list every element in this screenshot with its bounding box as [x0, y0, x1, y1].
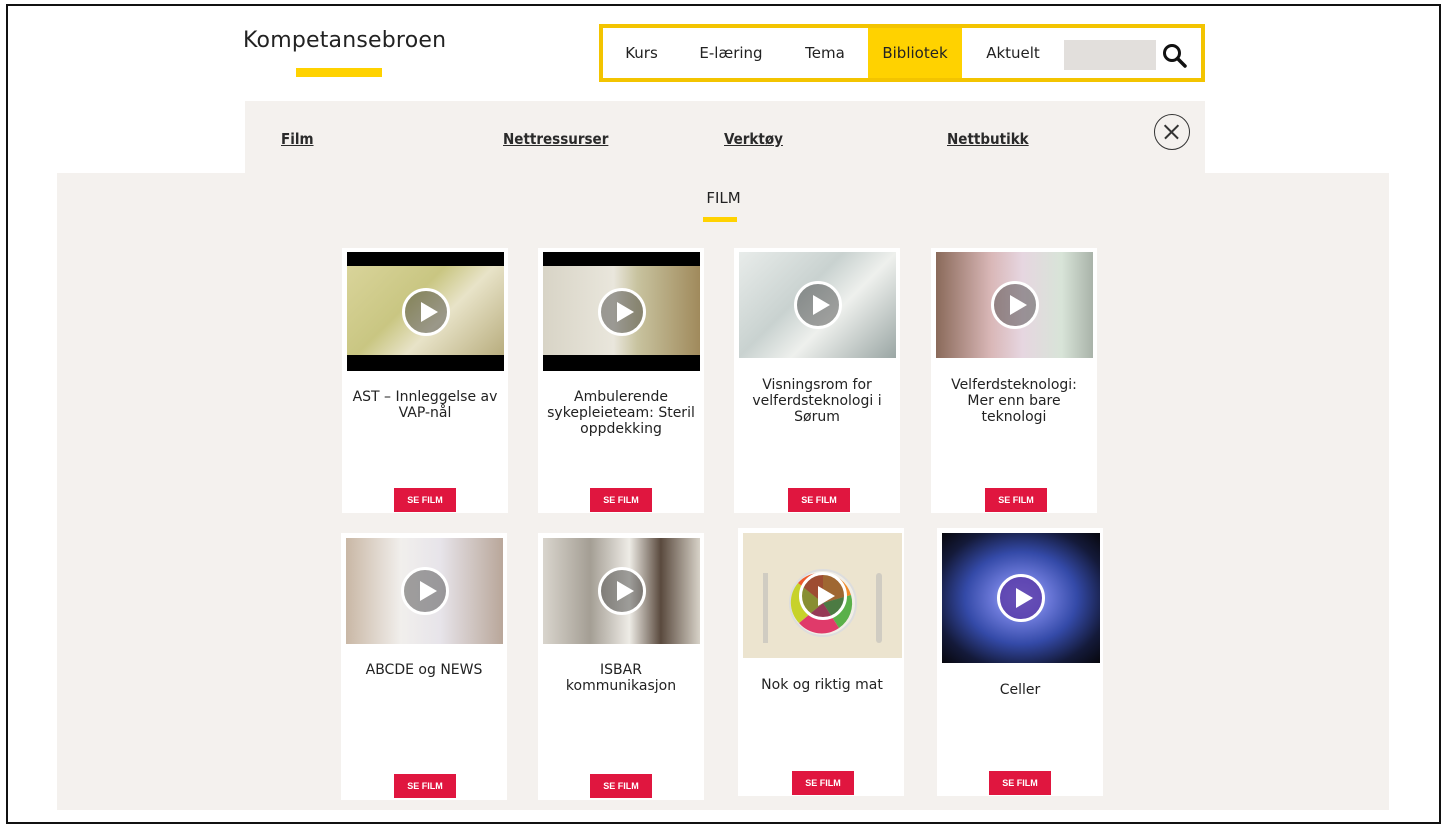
site-logo[interactable]: Kompetansebroen	[243, 28, 446, 53]
se-film-button[interactable]: SE FILM	[590, 488, 652, 512]
logo-underline	[296, 68, 382, 77]
film-card[interactable]: ABCDE og NEWS SE FILM	[341, 533, 507, 800]
film-title: ISBAR kommunikasjon	[565, 662, 677, 694]
play-icon[interactable]	[401, 287, 450, 336]
nav-item-e-laering[interactable]: E-læring	[680, 28, 782, 78]
se-film-button[interactable]: SE FILM	[989, 771, 1051, 795]
film-title: AST – Innleggelse av VAP-nål	[352, 389, 498, 421]
nav-item-aktuelt[interactable]: Aktuelt	[962, 28, 1064, 78]
film-title: Nok og riktig mat	[761, 677, 883, 693]
se-film-button[interactable]: SE FILM	[792, 771, 854, 795]
film-title: Celler	[999, 682, 1041, 698]
film-card[interactable]: Ambulerende sykepleieteam: Steril oppdek…	[538, 248, 704, 513]
play-icon[interactable]	[597, 287, 646, 336]
nav-item-kurs[interactable]: Kurs	[603, 28, 680, 78]
se-film-button[interactable]: SE FILM	[788, 488, 850, 512]
nav-item-tema[interactable]: Tema	[782, 28, 868, 78]
film-thumbnail[interactable]	[743, 533, 902, 658]
se-film-button[interactable]: SE FILM	[394, 774, 456, 798]
film-thumbnail[interactable]	[543, 538, 700, 644]
film-card[interactable]: Velferdsteknologi: Mer enn bare teknolog…	[931, 248, 1097, 513]
subnav-link-film[interactable]: Film	[281, 130, 314, 148]
play-icon[interactable]	[400, 567, 449, 615]
film-title: Velferdsteknologi: Mer enn bare teknolog…	[951, 377, 1077, 425]
film-thumbnail[interactable]	[347, 252, 504, 371]
film-card[interactable]: Nok og riktig mat SE FILM	[738, 528, 904, 796]
film-title: ABCDE og NEWS	[365, 662, 483, 678]
se-film-button[interactable]: SE FILM	[590, 774, 652, 798]
film-title: Ambulerende sykepleieteam: Steril oppdek…	[547, 389, 695, 437]
film-thumbnail[interactable]	[936, 252, 1093, 358]
film-thumbnail[interactable]	[942, 533, 1100, 663]
film-card[interactable]: Visningsrom for velferdsteknologi i Søru…	[734, 248, 900, 513]
film-thumbnail[interactable]	[739, 252, 896, 358]
play-icon[interactable]	[990, 281, 1039, 329]
film-thumbnail[interactable]	[543, 252, 700, 371]
film-thumbnail[interactable]	[346, 538, 503, 644]
close-icon[interactable]	[1154, 114, 1190, 150]
film-card[interactable]: Celler SE FILM	[937, 528, 1103, 796]
film-panel	[57, 173, 1389, 810]
play-icon[interactable]	[597, 567, 646, 615]
search-icon[interactable]	[1162, 43, 1188, 69]
subnav-link-nettressurser[interactable]: Nettressurser	[503, 130, 608, 148]
se-film-button[interactable]: SE FILM	[394, 488, 456, 512]
film-card[interactable]: AST – Innleggelse av VAP-nål SE FILM	[342, 248, 508, 513]
film-card[interactable]: ISBAR kommunikasjon SE FILM	[538, 533, 704, 800]
play-icon[interactable]	[997, 574, 1045, 622]
section-underline	[703, 217, 737, 222]
play-icon[interactable]	[793, 281, 842, 329]
film-title: Visningsrom for velferdsteknologi i Søru…	[752, 377, 882, 425]
subnav-link-nettbutikk[interactable]: Nettbutikk	[947, 130, 1029, 148]
se-film-button[interactable]: SE FILM	[985, 488, 1047, 512]
search-input[interactable]	[1064, 40, 1156, 70]
subnav-link-verktoy[interactable]: Verktøy	[724, 130, 783, 148]
nav-item-bibliotek[interactable]: Bibliotek	[868, 28, 962, 78]
play-icon[interactable]	[798, 571, 847, 620]
section-title: FILM	[706, 189, 741, 207]
